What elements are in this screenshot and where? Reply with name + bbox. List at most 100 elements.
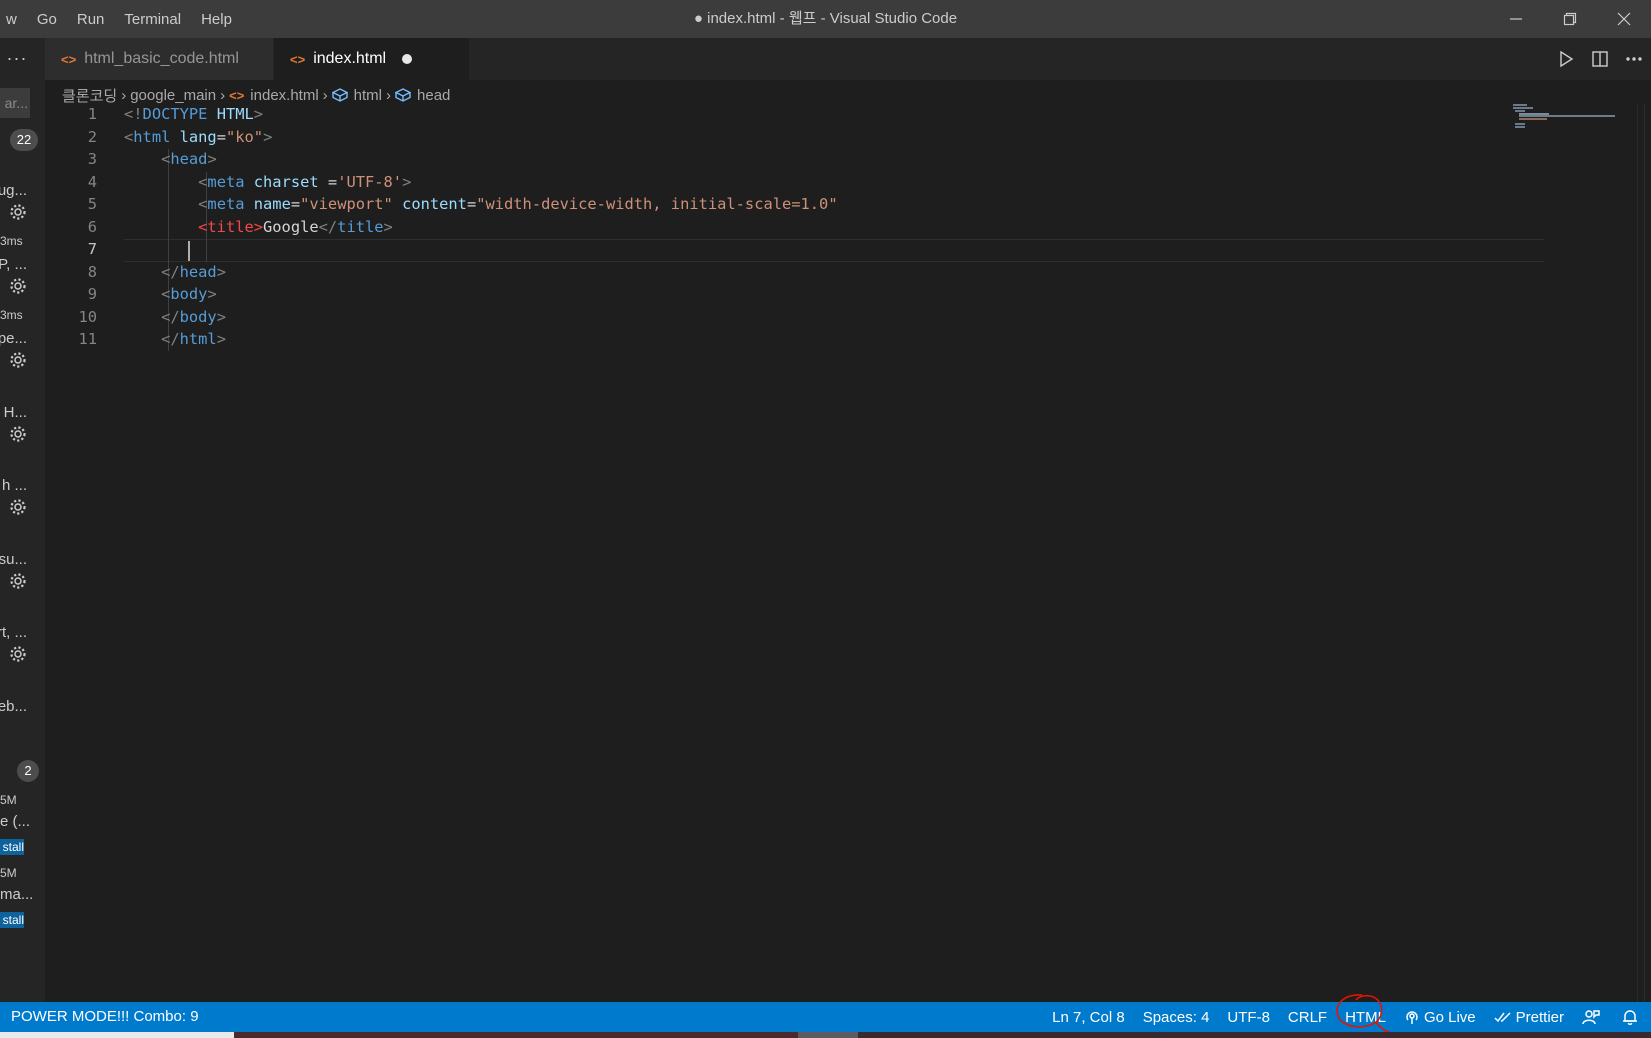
tab-label: html_basic_code.html: [84, 50, 239, 67]
extension-search-input[interactable]: ar...: [0, 88, 30, 118]
code-token: <!: [124, 105, 143, 123]
split-editor-button[interactable]: [1583, 38, 1617, 80]
minimize-button[interactable]: [1489, 0, 1543, 38]
code-token: Google: [263, 217, 319, 236]
menu-view[interactable]: w: [0, 0, 27, 38]
code-token: </: [161, 262, 180, 281]
notifications-button[interactable]: [1613, 1002, 1651, 1032]
menu-help[interactable]: Help: [191, 0, 242, 38]
more-actions-icon[interactable]: ···: [4, 46, 30, 70]
extension-name: su...: [0, 551, 27, 568]
extension-item[interactable]: h ...: [0, 477, 45, 551]
tab-html-basic-code[interactable]: <> html_basic_code.html: [45, 38, 273, 80]
code-token: <: [161, 150, 171, 168]
eol-status[interactable]: CRLF: [1279, 1002, 1336, 1032]
code-text: </head>: [124, 261, 226, 284]
extension-item[interactable]: pe...: [0, 330, 45, 404]
editor-actions: [1549, 38, 1651, 80]
html-file-icon: <>: [61, 51, 77, 67]
code-line[interactable]: 6 <title>Google</title>: [45, 216, 1605, 239]
html-file-icon: <>: [229, 87, 245, 103]
gear-icon[interactable]: [9, 572, 27, 590]
gear-icon[interactable]: [9, 645, 27, 663]
code-line[interactable]: 4 <meta charset ='UTF-8'>: [45, 171, 1605, 194]
unsaved-dot-icon[interactable]: [402, 54, 413, 64]
code-line[interactable]: 11 </html>: [45, 328, 1605, 351]
code-text: </body>: [124, 306, 226, 329]
vertical-scrollbar[interactable]: [1637, 103, 1651, 1002]
extension-item[interactable]: rt, ...: [0, 624, 45, 698]
code-text: <title>Google</title>: [124, 216, 393, 239]
code-line[interactable]: 2 <html lang="ko">: [45, 126, 1605, 149]
run-button[interactable]: [1549, 38, 1583, 80]
line-number: 5: [87, 195, 97, 213]
code-editor[interactable]: 1 <!DOCTYPE HTML> 2 <html lang="ko"> 3 <head…: [45, 103, 1651, 1002]
breadcrumb-file[interactable]: <> index.html: [229, 87, 319, 104]
gear-icon[interactable]: [9, 203, 27, 221]
code-line[interactable]: 7: [45, 238, 1605, 261]
breadcrumb-symbol-html[interactable]: html: [331, 87, 382, 104]
menu-go[interactable]: Go: [27, 0, 67, 38]
code-token: <title>: [198, 217, 264, 236]
code-line[interactable]: 1 <!DOCTYPE HTML>: [45, 103, 1605, 126]
installed-count-badge: 22: [10, 129, 38, 151]
code-token: "width-device-width, initial-scale=1.0": [476, 195, 838, 213]
activation-time: 3ms: [0, 308, 23, 322]
code-token: >: [216, 307, 226, 326]
install-button[interactable]: stall: [0, 839, 24, 855]
extension-item[interactable]: P, ... 3ms: [0, 256, 45, 330]
extension-item[interactable]: su...: [0, 551, 45, 625]
code-token: >: [216, 262, 226, 281]
gear-icon[interactable]: [9, 351, 27, 369]
restore-button[interactable]: [1543, 0, 1597, 38]
menu-run[interactable]: Run: [67, 0, 115, 38]
go-live-button[interactable]: Go Live: [1395, 1002, 1485, 1032]
extension-item[interactable]: g H...: [0, 404, 45, 478]
code-line[interactable]: 3 <head>: [45, 148, 1605, 171]
language-mode-status[interactable]: HTML: [1336, 1002, 1395, 1032]
code-text: <head>: [124, 148, 217, 171]
prettier-status[interactable]: Prettier: [1485, 1002, 1573, 1032]
code-token: =: [466, 195, 477, 213]
code-text: <html lang="ko">: [124, 126, 272, 149]
extension-item[interactable]: ug... 3ms: [0, 182, 45, 256]
encoding-status[interactable]: UTF-8: [1218, 1002, 1279, 1032]
editor-tab-bar: <> html_basic_code.html <> index.html: [45, 38, 1651, 80]
extension-name: eb...: [0, 698, 27, 715]
line-number: 2: [87, 127, 97, 146]
code-token: </: [161, 330, 180, 348]
minimap[interactable]: [1505, 103, 1645, 143]
gear-icon[interactable]: [9, 498, 27, 516]
gear-icon[interactable]: [9, 425, 27, 443]
tab-index-html[interactable]: <> index.html: [274, 38, 469, 80]
breadcrumb-subfolder[interactable]: google_main: [130, 87, 216, 104]
extension-name: ug...: [0, 182, 27, 199]
install-button[interactable]: stall: [0, 912, 24, 928]
breadcrumb-symbol-head[interactable]: head: [395, 87, 450, 104]
window-controls: [1489, 0, 1651, 38]
line-number: 9: [87, 285, 97, 303]
code-line[interactable]: 10 </body>: [45, 306, 1605, 329]
code-line[interactable]: 5 <meta name="viewport" content="width-d…: [45, 193, 1605, 216]
close-window-button[interactable]: [1597, 0, 1651, 38]
recommended-extension-item[interactable]: 5M ma... stall: [0, 866, 45, 940]
feedback-button[interactable]: [1573, 1002, 1613, 1032]
power-mode-status[interactable]: POWER MODE!!! Combo: 9: [11, 1002, 199, 1032]
menu-terminal[interactable]: Terminal: [114, 0, 191, 38]
more-actions-button[interactable]: [1617, 38, 1651, 80]
code-token: HTML: [216, 105, 254, 123]
restore-icon: [1563, 12, 1577, 26]
code-line[interactable]: 8 </head>: [45, 261, 1605, 284]
gear-icon[interactable]: [9, 277, 27, 295]
code-line[interactable]: 9 <body>: [45, 283, 1605, 306]
code-token: head: [179, 262, 217, 281]
line-number: 4: [87, 172, 97, 191]
recommended-extension-item[interactable]: 5M e (... stall: [0, 793, 45, 867]
ellipsis-icon: [1626, 57, 1642, 61]
chevron-right-icon: ›: [220, 86, 226, 104]
indentation-status[interactable]: Spaces: 4: [1134, 1002, 1219, 1032]
cursor-position-status[interactable]: Ln 7, Col 8: [1043, 1002, 1134, 1032]
code-token: head: [170, 150, 208, 168]
